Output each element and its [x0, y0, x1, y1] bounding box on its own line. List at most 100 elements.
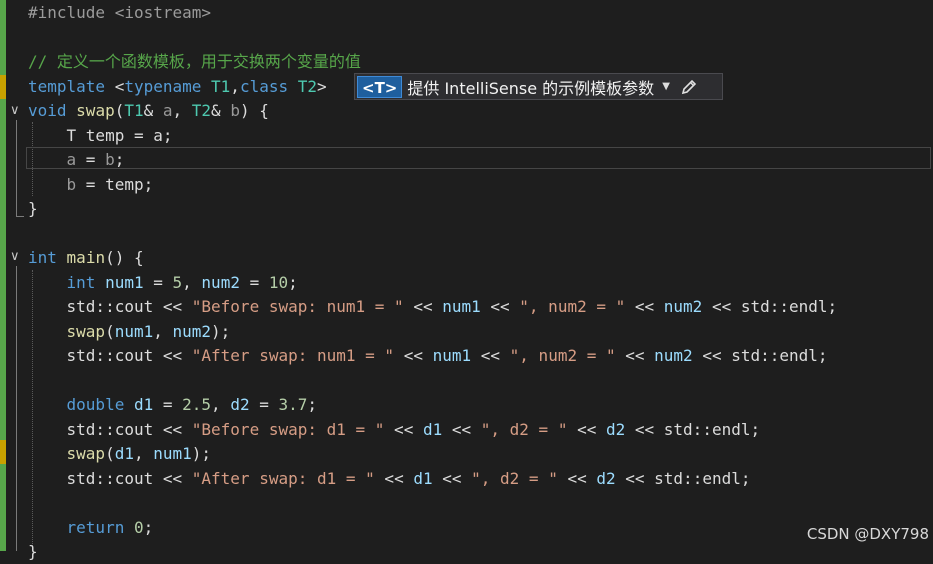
code-token: ", num2 = " [519, 297, 626, 316]
code-token: << std::endl; [702, 297, 838, 316]
code-token: num1 [442, 297, 481, 316]
code-token: << [471, 346, 510, 365]
code-token: = [143, 272, 173, 292]
code-line[interactable] [28, 26, 933, 50]
code-token: a [162, 101, 173, 120]
pencil-icon[interactable] [680, 78, 698, 96]
code-token: d2 [605, 419, 626, 439]
code-token: d1 [422, 419, 443, 439]
code-token: ", d2 = " [471, 468, 558, 488]
code-token: typename [124, 76, 202, 96]
code-line[interactable]: double d1 = 2.5, d2 = 3.7; [28, 393, 933, 417]
code-token: << [480, 297, 520, 316]
code-token: d1 [133, 395, 154, 414]
code-token: , [133, 444, 154, 463]
code-token: ", d2 = " [480, 419, 568, 439]
code-token: "Before swap: d1 = " [191, 419, 385, 439]
code-token: 0 [133, 517, 144, 537]
code-line[interactable]: void swap(T1& a, T2& b) { [28, 99, 933, 123]
fold-region-line [16, 266, 17, 551]
code-token: int [66, 272, 96, 292]
change-bar-unsaved [0, 75, 6, 99]
code-token: () { [105, 248, 144, 267]
code-line[interactable]: int num1 = 5, num2 = 10; [28, 271, 933, 295]
code-token: & [211, 101, 231, 120]
code-token: double [66, 395, 125, 414]
code-line[interactable]: } [28, 197, 933, 221]
code-token: = [153, 395, 183, 414]
code-line[interactable]: #include <iostream> [28, 1, 933, 25]
code-token: << std::endl; [625, 419, 761, 439]
code-token: , [230, 76, 240, 96]
code-token: void [28, 101, 67, 120]
code-token: << [615, 346, 655, 365]
code-token: T2 [297, 76, 318, 96]
code-token: ) { [239, 101, 269, 120]
code-token: , [211, 395, 231, 414]
code-token: std::cout << [28, 346, 192, 365]
code-line[interactable]: std::cout << "After swap: d1 = " << d1 <… [28, 467, 933, 491]
code-token: b [230, 101, 240, 120]
change-bar-saved [0, 99, 6, 440]
code-line[interactable]: std::cout << "Before swap: d1 = " << d1 … [28, 418, 933, 442]
code-token: b [28, 174, 77, 194]
intellisense-template-bar[interactable]: <T> 提供 IntelliSense 的示例模板参数 ▼ [354, 73, 723, 100]
code-token: ; [307, 395, 318, 414]
code-token: << std::endl; [692, 346, 828, 365]
code-line[interactable]: int main() { [28, 246, 933, 270]
code-line[interactable]: b = temp; [28, 173, 933, 197]
code-token: // 定义一个函数模板，用于交换两个变量的值 [28, 52, 361, 71]
code-line[interactable]: // 定义一个函数模板，用于交换两个变量的值 [28, 50, 933, 74]
code-token: num1 [105, 272, 144, 292]
code-line[interactable]: } [28, 540, 933, 564]
change-bar-saved [0, 464, 6, 551]
chevron-down-icon[interactable]: ▼ [662, 81, 670, 92]
code-editor[interactable]: ∨ ∨ #include <iostream> // 定义一个函数模板，用于交换两… [0, 0, 933, 561]
code-line[interactable]: std::cout << "After swap: num1 = " << nu… [28, 344, 933, 368]
code-token: std::cout << [28, 468, 192, 488]
code-token: ); [191, 444, 212, 463]
code-token: 5 [172, 272, 183, 292]
code-token: > [317, 76, 327, 96]
code-token: = [76, 150, 106, 169]
code-token: ( [114, 101, 125, 120]
code-token: <iostream> [114, 3, 212, 22]
code-line[interactable]: swap(num1, num2); [28, 320, 933, 344]
code-token: "After swap: num1 = " [191, 346, 395, 365]
code-line[interactable]: return 0; [28, 516, 933, 540]
code-line[interactable]: T temp = a; [28, 124, 933, 148]
fold-toggle-icon[interactable]: ∨ [10, 250, 24, 264]
code-line[interactable]: std::cout << "Before swap: num1 = " << n… [28, 295, 933, 319]
code-line[interactable]: a = b; [28, 148, 933, 172]
code-token: , [182, 272, 202, 292]
code-line[interactable] [28, 491, 933, 515]
code-token: << [432, 468, 472, 488]
code-token: ( [105, 321, 115, 341]
code-token: class [239, 76, 289, 96]
code-token: num2 [654, 346, 693, 365]
code-token: ; [143, 517, 154, 537]
code-token: ; [114, 150, 125, 169]
code-token: T2 [191, 101, 212, 120]
code-line[interactable]: swap(d1, num1); [28, 442, 933, 466]
code-token: num2 [172, 321, 212, 341]
fold-region-line [16, 120, 17, 216]
code-token: swap [66, 321, 106, 341]
code-token: ", num2 = " [509, 346, 616, 365]
code-line[interactable] [28, 369, 933, 393]
code-token: d1 [413, 468, 433, 488]
fold-toggle-icon[interactable]: ∨ [10, 104, 24, 118]
code-token: "Before swap: num1 = " [191, 297, 404, 316]
code-token: std::cout << [28, 297, 192, 316]
intellisense-label[interactable]: 提供 IntelliSense 的示例模板参数 [407, 75, 654, 99]
code-line[interactable] [28, 222, 933, 246]
code-token: num2 [663, 297, 703, 316]
